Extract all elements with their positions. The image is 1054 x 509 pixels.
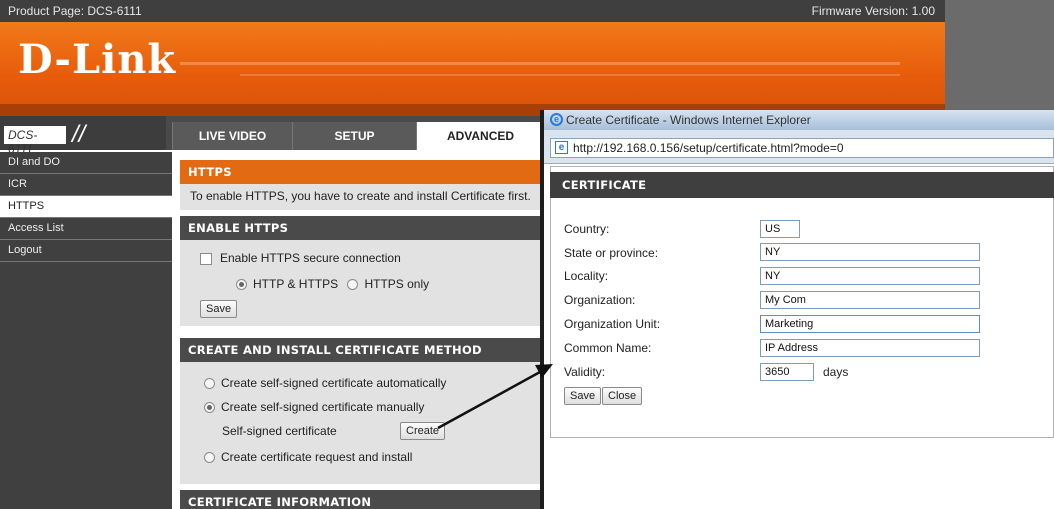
country-label: Country: — [564, 222, 610, 236]
save-button[interactable]: Save — [200, 300, 238, 318]
banner-stripe — [180, 62, 900, 65]
organization-unit-label: Organization Unit: — [564, 317, 661, 331]
model-badge: DCS-6111 // — [0, 116, 166, 156]
create-button[interactable]: Create — [400, 422, 446, 440]
product-page-label: Product Page: DCS-6111 — [8, 4, 142, 18]
brand-banner: D-Link — [0, 22, 945, 116]
state-input[interactable]: NY — [760, 243, 980, 261]
ie-icon: e — [550, 113, 563, 126]
tab-setup[interactable]: SETUP — [292, 122, 416, 150]
option-request-row: Create certificate request and install — [204, 450, 412, 464]
certificate-method-section: CREATE AND INSTALL CERTIFICATE METHOD Cr… — [180, 338, 548, 484]
model-name: DCS-6111 — [4, 126, 66, 156]
https-message: To enable HTTPS, you have to create and … — [190, 189, 531, 203]
option-manual-row: Create self-signed certificate manually — [204, 400, 424, 414]
window-titlebar: e Create Certificate - Windows Internet … — [544, 110, 1054, 130]
organization-input[interactable]: My Com — [760, 291, 980, 309]
validity-unit: days — [823, 365, 849, 379]
tab-live-video[interactable]: LIVE VIDEO — [172, 122, 292, 150]
common-name-label: Common Name: — [564, 341, 652, 355]
validity-input[interactable]: 3650 — [760, 363, 814, 381]
enable-https-section: ENABLE HTTPS Enable HTTPS secure connect… — [180, 216, 548, 326]
main-content: HTTPS To enable HTTPS, you have to creat… — [172, 152, 548, 509]
sidebar-item-https[interactable]: HTTPS — [0, 196, 172, 218]
dlink-logo: D-Link — [18, 36, 177, 83]
radio-create-auto[interactable] — [204, 378, 215, 390]
popup-save-button[interactable]: Save — [564, 387, 602, 405]
sidebar: DI and DO ICR HTTPS Access List Logout — [0, 152, 172, 509]
model-slashes: // — [72, 121, 86, 148]
https-title: HTTPS — [180, 160, 548, 184]
protocol-radio-row: HTTP & HTTPS HTTPS only — [236, 277, 429, 291]
popup-close-button[interactable]: Close — [602, 387, 643, 405]
locality-label: Locality: — [564, 269, 609, 283]
self-signed-label: Self-signed certificate — [222, 424, 337, 438]
sidebar-item-logout[interactable]: Logout — [0, 240, 172, 262]
banner-stripe — [240, 74, 900, 76]
organization-unit-input[interactable]: Marketing — [760, 315, 980, 333]
sidebar-item-access-list[interactable]: Access List — [0, 218, 172, 240]
state-label: State or province: — [564, 246, 659, 260]
top-bar: Product Page: DCS-6111 Firmware Version:… — [0, 0, 945, 22]
country-input[interactable]: US — [760, 220, 800, 238]
right-gray-panel — [945, 0, 1054, 116]
url-text: http://192.168.0.156/setup/certificate.h… — [573, 141, 844, 155]
enable-https-checkbox[interactable] — [200, 252, 212, 265]
option-manual-label: Create self-signed certificate manually — [221, 400, 425, 414]
window-title: Create Certificate - Windows Internet Ex… — [566, 113, 811, 127]
radio-http-https-label: HTTP & HTTPS — [253, 277, 339, 291]
sidebar-item-di-and-do[interactable]: DI and DO — [0, 152, 172, 174]
https-section: HTTPS To enable HTTPS, you have to creat… — [180, 160, 548, 210]
validity-label: Validity: — [564, 365, 606, 379]
option-auto-label: Create self-signed certificate automatic… — [221, 376, 447, 390]
enable-https-label: Enable HTTPS secure connection — [220, 251, 401, 265]
tab-advanced[interactable]: ADVANCED — [416, 122, 544, 150]
common-name-input[interactable]: IP Address — [760, 339, 980, 357]
firmware-version: Firmware Version: 1.00 — [811, 4, 935, 18]
certificate-info-title: CERTIFICATE INFORMATION — [180, 490, 548, 509]
locality-input[interactable]: NY — [760, 267, 980, 285]
sidebar-item-icr[interactable]: ICR — [0, 174, 172, 196]
url-field[interactable]: e http://192.168.0.156/setup/certificate… — [550, 138, 1054, 158]
radio-https-only[interactable] — [347, 279, 359, 291]
certificate-header: CERTIFICATE — [550, 172, 1054, 198]
option-request-label: Create certificate request and install — [221, 450, 413, 464]
method-title: CREATE AND INSTALL CERTIFICATE METHOD — [180, 338, 548, 362]
create-certificate-window: e Create Certificate - Windows Internet … — [540, 110, 1054, 509]
radio-create-request[interactable] — [204, 452, 215, 464]
certificate-info-section: CERTIFICATE INFORMATION — [180, 490, 548, 509]
organization-label: Organization: — [564, 293, 636, 307]
option-auto-row: Create self-signed certificate automatic… — [204, 376, 446, 390]
radio-create-manual[interactable] — [204, 402, 215, 414]
enable-https-row: Enable HTTPS secure connection — [200, 251, 401, 265]
page-icon: e — [555, 141, 568, 154]
radio-https-only-label: HTTPS only — [364, 277, 430, 291]
radio-http-https[interactable] — [236, 279, 247, 291]
address-bar: e http://192.168.0.156/setup/certificate… — [544, 130, 1054, 164]
enable-https-title: ENABLE HTTPS — [180, 216, 548, 240]
